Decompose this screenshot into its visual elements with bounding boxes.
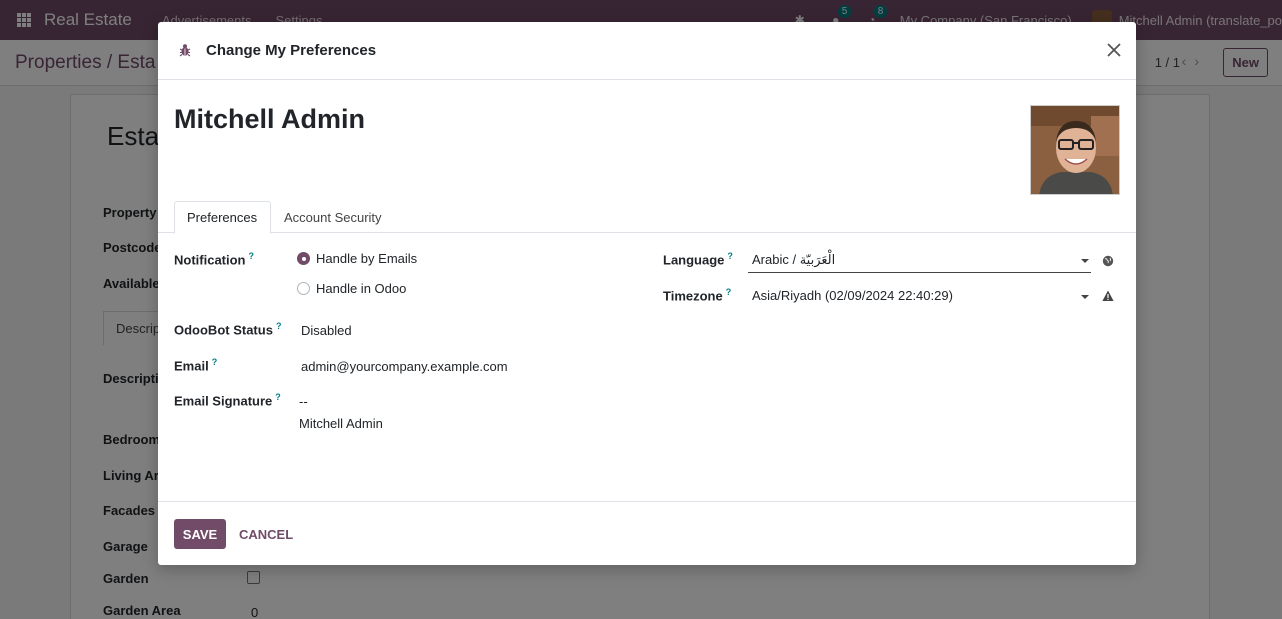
- chevron-down-icon[interactable]: [1081, 259, 1089, 263]
- signature-line-2[interactable]: Mitchell Admin: [299, 416, 383, 431]
- option-label: Handle in Odoo: [316, 281, 407, 296]
- option-label: Handle by Emails: [316, 251, 418, 266]
- help-icon: ?: [275, 321, 282, 331]
- signature-line-1[interactable]: --: [299, 394, 308, 409]
- help-icon: ?: [727, 251, 733, 261]
- globe-icon[interactable]: [1102, 255, 1114, 267]
- dialog-footer: SAVE CANCEL: [158, 501, 1136, 565]
- dialog-title: Change My Preferences: [206, 42, 377, 59]
- email-field[interactable]: admin@yourcompany.example.com: [301, 359, 508, 374]
- user-name-heading: Mitchell Admin: [174, 104, 366, 134]
- notification-label: Notification?: [174, 251, 255, 268]
- language-value: Arabic / الْعَرَبيّة: [752, 252, 836, 267]
- preferences-tabs: Preferences Account Security: [158, 199, 1136, 234]
- timezone-select[interactable]: Asia/Riyadh (02/09/2024 22:40:29): [748, 285, 1091, 309]
- warning-icon: [1102, 290, 1114, 301]
- save-button[interactable]: SAVE: [174, 519, 226, 549]
- help-icon: ?: [248, 251, 255, 261]
- tab-preferences[interactable]: Preferences: [174, 201, 271, 234]
- odoobot-status-label: OdooBot Status?: [174, 321, 282, 338]
- preferences-dialog: Change My Preferences Mitchell Admin Pre…: [158, 22, 1136, 565]
- cancel-button[interactable]: CANCEL: [230, 519, 302, 549]
- help-icon: ?: [211, 357, 218, 367]
- tab-account-security[interactable]: Account Security: [271, 201, 395, 234]
- bug-icon: [179, 44, 191, 57]
- dialog-header: Change My Preferences: [158, 22, 1136, 80]
- email-label: Email?: [174, 357, 218, 374]
- odoobot-status-value[interactable]: Disabled: [301, 323, 352, 338]
- email-signature-label: Email Signature?: [174, 392, 281, 409]
- help-icon: ?: [275, 392, 281, 402]
- language-select[interactable]: Arabic / الْعَرَبيّة: [748, 249, 1091, 273]
- timezone-value: Asia/Riyadh (02/09/2024 22:40:29): [752, 288, 953, 303]
- chevron-down-icon[interactable]: [1081, 295, 1089, 299]
- radio-unchecked-icon[interactable]: [297, 282, 310, 295]
- user-photo[interactable]: [1030, 105, 1120, 195]
- notification-option-odoo[interactable]: Handle in Odoo: [297, 281, 406, 296]
- language-label: Language?: [663, 251, 733, 268]
- notification-option-emails[interactable]: Handle by Emails: [297, 251, 417, 266]
- timezone-label: Timezone?: [663, 287, 732, 304]
- help-icon: ?: [725, 287, 732, 297]
- radio-checked-icon[interactable]: [297, 252, 310, 265]
- close-icon[interactable]: [1104, 40, 1124, 60]
